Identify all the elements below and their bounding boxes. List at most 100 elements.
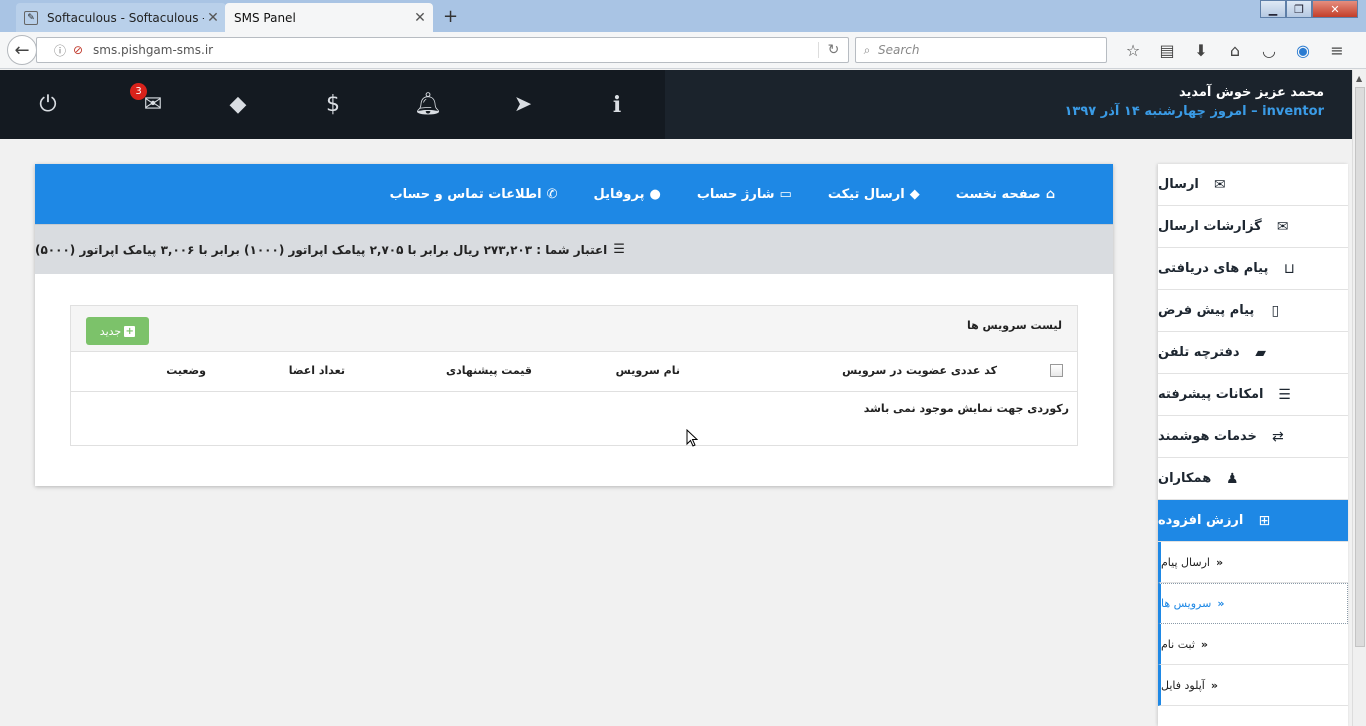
- power-icon[interactable]: ⏻: [33, 91, 63, 119]
- page-icon: ✎: [24, 10, 38, 25]
- list-icon: ☰: [1278, 386, 1291, 403]
- menu-icon[interactable]: ≡: [1320, 38, 1354, 62]
- scroll-up-icon[interactable]: ▲: [1356, 74, 1362, 83]
- sidebar-item-label: دفترچه تلفن: [1158, 345, 1240, 360]
- bookmark-star-icon[interactable]: ☆: [1116, 38, 1150, 62]
- info-circle-icon[interactable]: ⓘ: [51, 42, 69, 59]
- database-icon: ☰: [613, 242, 625, 257]
- services-list: لیست سرویس ها + جدید کد عددی عضویت در سر…: [70, 305, 1078, 446]
- select-all-checkbox[interactable]: [1050, 364, 1063, 377]
- username: inventor: [1262, 104, 1324, 119]
- sidebar-subitem-register[interactable]: « ثبت نام: [1158, 624, 1348, 665]
- reading-list-icon[interactable]: ▤: [1150, 38, 1184, 62]
- sidebar-item-label: گزارشات ارسال: [1158, 219, 1262, 234]
- close-icon[interactable]: ✕: [204, 10, 222, 26]
- send-icon[interactable]: ➤: [508, 91, 538, 119]
- topnav-label: صفحه نخست: [955, 186, 1041, 202]
- search-input[interactable]: ⌕ Search: [855, 37, 1107, 63]
- sidebar-item-smart-services[interactable]: ⇄ خدمات هوشمند: [1158, 416, 1348, 458]
- sidebar-item-default-message[interactable]: ▯ پیام پیش فرض: [1158, 290, 1348, 332]
- home-icon[interactable]: ⌂: [1218, 38, 1252, 62]
- dollar-icon[interactable]: $: [318, 91, 348, 119]
- url-bar[interactable]: ⓘ ⊘ sms.pishgam-sms.ir ↻: [36, 37, 849, 63]
- sidebar-item-label: همکاران: [1158, 471, 1212, 486]
- new-button-label: جدید: [99, 324, 122, 338]
- bell-icon[interactable]: 🔔︎: [413, 91, 443, 119]
- user-icon: ●: [649, 186, 661, 202]
- empty-table-message: رکوردی جهت نمایش موجود نمی باشد: [863, 402, 1069, 415]
- tablet-icon: ▯: [1271, 302, 1280, 319]
- new-tab-button[interactable]: +: [443, 6, 458, 27]
- tab-sms-panel[interactable]: SMS Panel ✕: [225, 3, 433, 32]
- url-text[interactable]: sms.pishgam-sms.ir: [87, 43, 818, 57]
- close-window-icon[interactable]: ✕: [1312, 0, 1358, 18]
- search-placeholder: Search: [878, 43, 920, 57]
- window-controls: ▁ ❐ ✕: [1260, 0, 1358, 18]
- sidebar-item-inbox[interactable]: ⊔ پیام های دریافتی: [1158, 248, 1348, 290]
- mail-badge: 3: [130, 83, 147, 100]
- double-chevron-icon: «: [1200, 637, 1209, 651]
- topnav-profile[interactable]: ● پروفایل: [594, 187, 661, 202]
- new-service-button[interactable]: + جدید: [86, 317, 149, 345]
- back-arrow-icon[interactable]: ←: [7, 35, 37, 65]
- sidebar-subitem-label: ثبت نام: [1161, 637, 1195, 651]
- sidebar-subitem-upload-file[interactable]: « آپلود فایل: [1158, 665, 1348, 706]
- col-member-count[interactable]: تعداد اعضا: [289, 364, 345, 377]
- sidebar-item-value-added[interactable]: ⊞ ارزش افزوده: [1158, 500, 1348, 542]
- user-date-line: inventor – امروز چهارشنبه ۱۴ آذر ۱۳۹۷: [1065, 104, 1325, 119]
- sidebar-item-advanced[interactable]: ☰ امکانات پیشرفته: [1158, 374, 1348, 416]
- double-chevron-icon: «: [1215, 555, 1224, 569]
- page-scrollbar[interactable]: ▲: [1352, 70, 1366, 726]
- welcome-block: محمد عزیز خوش آمدید inventor – امروز چها…: [1065, 85, 1325, 119]
- book-icon: ▰: [1255, 344, 1266, 361]
- topnav-charge-account[interactable]: ▭ شارژ حساب: [697, 187, 792, 202]
- scrollbar-thumb[interactable]: [1355, 87, 1365, 647]
- mail-icon[interactable]: ✉ 3: [130, 83, 168, 119]
- col-membership-code[interactable]: کد عددی عضویت در سرویس: [842, 364, 997, 377]
- retweet-icon: ⇄: [1272, 428, 1284, 445]
- toolbar-icons: ☆ ▤ ⬇ ⌂ ◡ ◉ ≡: [1116, 38, 1354, 62]
- tab-title: Softaculous - Softaculous - P: [47, 10, 204, 25]
- sidebar-item-label: ارسال: [1158, 177, 1199, 192]
- sidebar-item-phonebook[interactable]: ▰ دفترچه تلفن: [1158, 332, 1348, 374]
- col-service-name[interactable]: نام سرویس: [616, 364, 680, 377]
- col-suggested-price[interactable]: قیمت پیشنهادی: [446, 364, 532, 377]
- browser-tab-bar: ✎ Softaculous - Softaculous - P ✕ SMS Pa…: [0, 0, 1366, 32]
- topnav-contact-info[interactable]: ✆ اطلاعات تماس و حساب: [390, 187, 558, 202]
- ticket-icon: ◆: [909, 186, 920, 202]
- minimize-icon[interactable]: ▁: [1260, 0, 1286, 18]
- app-header: ⏻ ✉ 3 ◆ $ 🔔︎ ➤ i محمد عزیز خوش آمدید inv…: [0, 70, 1352, 139]
- close-icon[interactable]: ✕: [411, 10, 429, 26]
- ticket-icon[interactable]: ◆: [223, 91, 253, 119]
- welcome-text: محمد عزیز خوش آمدید: [1178, 85, 1324, 100]
- sidebar-item-send[interactable]: ✉ ارسال: [1158, 164, 1348, 206]
- info-icon[interactable]: i: [602, 91, 632, 119]
- maximize-icon[interactable]: ❐: [1286, 0, 1312, 18]
- services-list-title: لیست سرویس ها: [966, 319, 1062, 332]
- tab-softaculous[interactable]: ✎ Softaculous - Softaculous - P ✕: [16, 3, 226, 32]
- sidebar-subitem-send-message[interactable]: « ارسال پیام: [1158, 542, 1348, 583]
- double-chevron-icon: «: [1210, 678, 1218, 692]
- phone-icon: ✆: [546, 186, 558, 202]
- account-icon[interactable]: ◉: [1286, 38, 1320, 62]
- topnav-home[interactable]: ⌂ صفحه نخست: [956, 187, 1055, 202]
- blocked-content-icon[interactable]: ⊘: [69, 43, 87, 57]
- plus-square-icon: ⊞: [1258, 512, 1271, 529]
- col-status[interactable]: وضعیت: [166, 364, 206, 377]
- credit-bar: ☰ اعتبار شما : ۲۷۳,۲۰۳ ریال برابر با ۲,۷…: [35, 224, 1113, 274]
- topnav-send-ticket[interactable]: ◆ ارسال تیکت: [828, 187, 920, 202]
- sidebar-item-label: ارزش افزوده: [1158, 513, 1244, 528]
- inbox-icon: ⊔: [1283, 260, 1295, 277]
- table-header-row: کد عددی عضویت در سرویس نام سرویس قیمت پی…: [71, 352, 1077, 392]
- tab-title: SMS Panel: [234, 10, 296, 25]
- header-icon-row: ⏻ ✉ 3 ◆ $ 🔔︎ ➤ i: [0, 70, 665, 139]
- reload-icon[interactable]: ↻: [818, 42, 848, 58]
- sidebar-item-send-reports[interactable]: ✉ گزارشات ارسال: [1158, 206, 1348, 248]
- download-icon[interactable]: ⬇: [1184, 38, 1218, 62]
- pocket-icon[interactable]: ◡: [1252, 38, 1286, 62]
- topnav-label: اطلاعات تماس و حساب: [389, 186, 542, 202]
- double-chevron-icon: «: [1217, 597, 1225, 610]
- sidebar-item-partners[interactable]: ♟ همکاران: [1158, 458, 1348, 500]
- top-nav: ⌂ صفحه نخست ◆ ارسال تیکت ▭ شارژ حساب ● پروفا…: [35, 164, 1113, 224]
- sidebar-subitem-services[interactable]: « سرویس ها: [1158, 583, 1348, 624]
